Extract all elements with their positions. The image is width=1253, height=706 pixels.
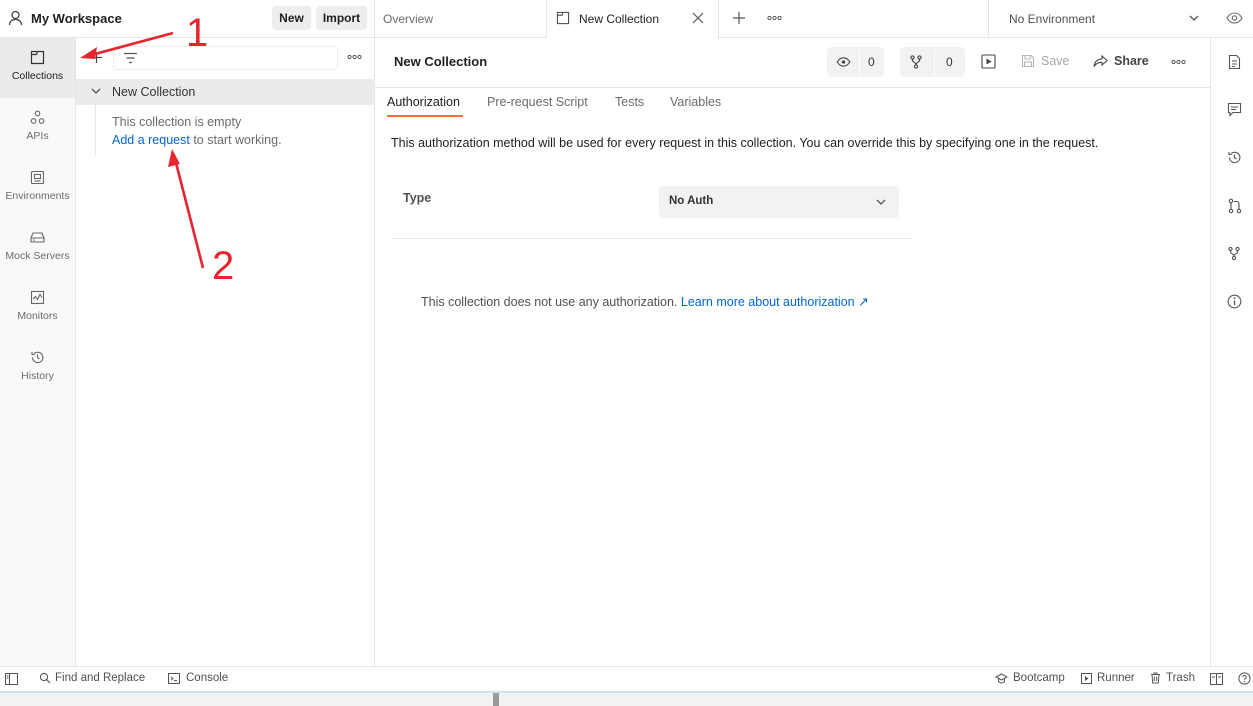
annotation-label-1: 1 bbox=[186, 11, 208, 55]
annotation-arrow-2 bbox=[168, 149, 205, 269]
annotation-arrow-1 bbox=[80, 31, 174, 59]
annotation-label-2: 2 bbox=[212, 244, 234, 288]
annotation-overlay: 1 2 bbox=[80, 11, 234, 288]
